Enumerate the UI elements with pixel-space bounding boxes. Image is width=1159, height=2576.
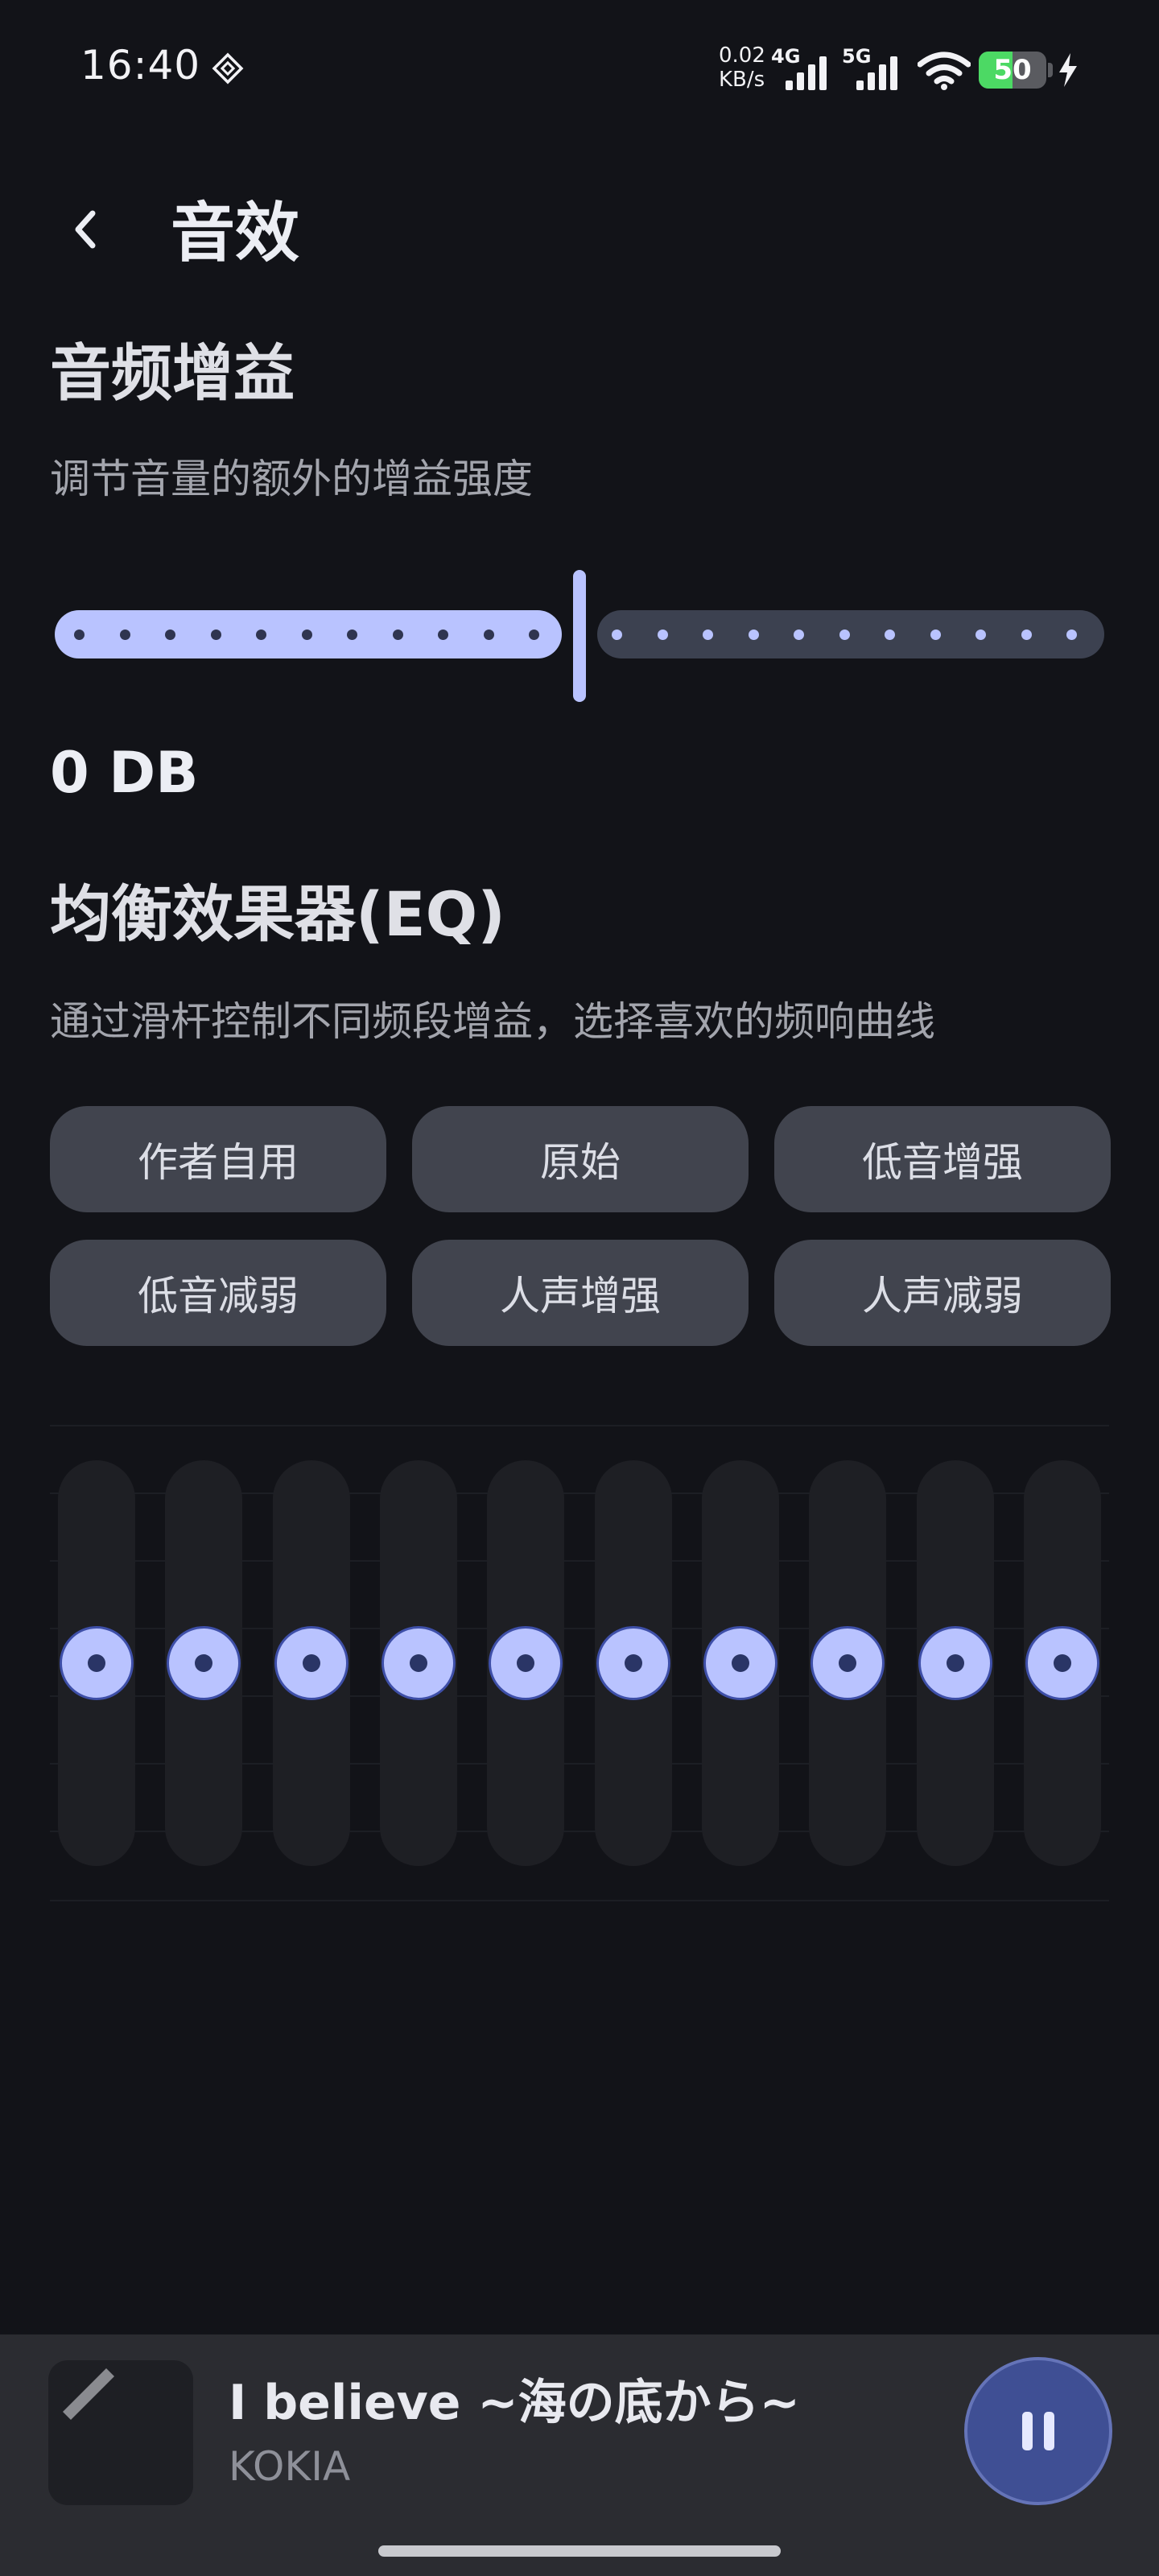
gain-slider-tick [529,630,539,640]
gain-slider-tick [438,630,448,640]
network-speed-value: 0.02 [719,43,765,68]
eq-band-slider-2[interactable] [165,1460,243,1866]
eq-band-knob[interactable] [703,1626,777,1700]
eq-band-slider-4[interactable] [380,1460,457,1866]
gain-slider-tick [119,630,130,640]
signal-bars-icon [786,56,827,90]
gain-slider-tick [165,630,175,640]
gain-slider-tick [703,630,713,640]
eq-section-title: 均衡效果器(EQ) [50,878,505,950]
gain-slider-tick [612,630,622,640]
eq-band-knob-center [624,1654,642,1672]
eq-band-knob-center [1054,1654,1071,1672]
network-speed: 0.02 KB/s [719,43,765,92]
network-speed-unit: KB/s [719,68,765,92]
gain-slider-tick [975,630,986,640]
eq-band-slider-9[interactable] [916,1460,994,1866]
eq-grid-line [50,1900,1109,1901]
home-indicator[interactable] [378,2545,781,2557]
gain-slider-tick [301,630,312,640]
eq-band-knob-center [302,1654,320,1672]
preset-vocal-reduce-button[interactable]: 人声减弱 [774,1240,1111,1346]
eq-section-description: 通过滑杆控制不同频段增益，选择喜欢的频响曲线 [50,998,935,1045]
eq-band-knob-center [839,1654,857,1672]
gain-value-label: 0 DB [50,740,199,806]
eq-band-knob-center [732,1654,749,1672]
eq-band-knob[interactable] [489,1626,563,1700]
eq-band-slider-1[interactable] [58,1460,135,1866]
eq-band-knob-center [410,1654,427,1672]
sim1-signal: 4G [771,45,835,90]
song-title[interactable]: I believe ~海の底から~ [229,2367,800,2439]
back-button[interactable] [48,193,121,266]
preset-bass-boost-button[interactable]: 低音增强 [774,1106,1111,1212]
eq-band-knob-center [195,1654,213,1672]
eq-band-slider-8[interactable] [809,1460,887,1866]
gain-slider-tick [657,630,668,640]
eq-band-knob[interactable] [167,1626,241,1700]
gain-slider-tick [392,630,403,640]
eq-band-slider-3[interactable] [272,1460,350,1866]
mini-player[interactable]: I believe ~海の底から~ KOKIA [0,2334,1159,2576]
wifi-icon [918,52,971,90]
gain-slider-tick [839,630,850,640]
gain-slider-tick [74,630,85,640]
eq-band-knob-center [946,1654,964,1672]
gain-slider-tick [347,630,357,640]
signal-bars-icon [856,56,897,90]
eq-band-knob[interactable] [810,1626,885,1700]
battery-body: 50 [979,52,1046,89]
eq-band-sliders [50,1425,1109,1901]
eq-band-knob[interactable] [1025,1626,1099,1700]
preset-vocal-boost-button[interactable]: 人声增强 [412,1240,749,1346]
status-bar: 16:40 0.02 KB/s 4G 5G 50 [0,0,1159,141]
eq-band-knob[interactable] [60,1626,134,1700]
preset-author-custom-button[interactable]: 作者自用 [50,1106,386,1212]
eq-band-knob[interactable] [382,1626,456,1700]
eq-band-slider-5[interactable] [487,1460,565,1866]
eq-band-knob-center [517,1654,535,1672]
eq-grid-line [50,1425,1109,1426]
audio-effects-page: 16:40 0.02 KB/s 4G 5G 50 音效 音频增益 调节音量的额外… [0,0,1159,2576]
eq-band-knob[interactable] [596,1626,670,1700]
gain-slider-tick [930,630,941,640]
gain-section-title: 音频增益 [50,337,295,409]
eq-band-knob[interactable] [274,1626,349,1700]
eq-band-slider-6[interactable] [594,1460,672,1866]
gain-slider-tick [483,630,494,640]
preset-bass-reduce-button[interactable]: 低音减弱 [50,1240,386,1346]
gain-slider-tick [1021,630,1032,640]
chevron-left-icon [75,210,96,249]
battery-level: 50 [993,54,1032,86]
eq-band-knob[interactable] [918,1626,992,1700]
eq-band-knob-center [88,1654,105,1672]
album-art-placeholder-icon [63,2368,114,2420]
song-artist[interactable]: KOKIA [229,2434,350,2499]
sim2-signal: 5G [842,45,906,90]
gain-slider-tick [210,630,221,640]
eq-band-slider-7[interactable] [702,1460,779,1866]
battery-indicator: 50 [979,52,1053,89]
gain-section-description: 调节音量的额外的增益强度 [50,456,533,502]
pause-button[interactable] [964,2357,1112,2505]
page-title: 音效 [171,196,299,270]
notification-app-icon [212,52,244,85]
gain-slider-tick [794,630,804,640]
status-time: 16:40 [80,42,201,89]
gain-slider-tick [885,630,895,640]
eq-band-slider-10[interactable] [1024,1460,1101,1866]
gain-slider[interactable] [50,564,1109,708]
gain-slider-tick [1066,630,1077,640]
album-art[interactable] [48,2360,193,2505]
battery-cap [1048,63,1053,77]
gain-slider-tick [748,630,759,640]
gain-slider-tick [256,630,266,640]
preset-original-button[interactable]: 原始 [412,1106,749,1212]
charging-bolt-icon [1059,53,1077,87]
gain-slider-thumb[interactable] [573,570,586,702]
pause-icon [1022,2412,1054,2450]
